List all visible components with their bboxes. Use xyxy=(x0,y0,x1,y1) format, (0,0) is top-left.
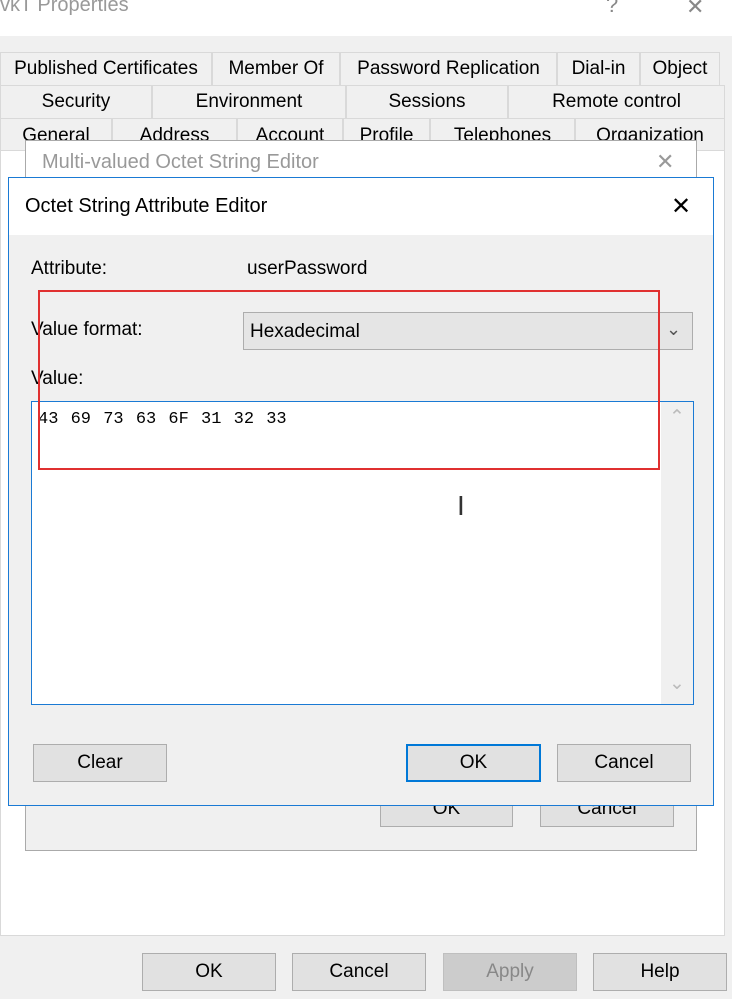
cancel-button[interactable]: Cancel xyxy=(557,744,691,782)
scrollbar[interactable]: ⌃ ⌄ xyxy=(661,402,693,704)
tab-dial-in[interactable]: Dial-in xyxy=(557,52,640,86)
chevron-down-icon: ⌄ xyxy=(666,319,682,339)
multi-editor-title-bar: Multi-valued Octet String Editor ✕ xyxy=(26,141,696,181)
octet-editor-title-bar: Octet String Attribute Editor ✕ xyxy=(9,178,713,235)
properties-apply-button[interactable]: Apply xyxy=(443,953,577,991)
attribute-label: Attribute: xyxy=(31,258,108,279)
tab-object[interactable]: Object xyxy=(640,52,720,86)
tab-password-replication[interactable]: Password Replication xyxy=(340,52,557,86)
tab-sessions[interactable]: Sessions xyxy=(346,85,508,119)
properties-title-bar: vkT Properties ? ✕ xyxy=(0,0,732,36)
multi-editor-title: Multi-valued Octet String Editor xyxy=(42,151,319,173)
scroll-down-icon[interactable]: ⌄ xyxy=(669,672,685,695)
properties-help-button[interactable]: Help xyxy=(593,953,727,991)
close-icon[interactable]: ✕ xyxy=(686,0,704,20)
tab-published-certificates[interactable]: Published Certificates xyxy=(0,52,212,86)
attribute-value: userPassword xyxy=(247,258,368,279)
highlight-box xyxy=(38,290,660,470)
close-icon[interactable]: ✕ xyxy=(656,149,674,175)
octet-editor-title: Octet String Attribute Editor xyxy=(25,195,268,217)
properties-ok-button[interactable]: OK xyxy=(142,953,276,991)
octet-string-editor-dialog: Octet String Attribute Editor ✕ Attribut… xyxy=(8,177,714,806)
clear-button[interactable]: Clear xyxy=(33,744,167,782)
window-title: vkT Properties xyxy=(0,0,129,16)
tab-member-of[interactable]: Member Of xyxy=(212,52,340,86)
ok-button[interactable]: OK xyxy=(406,744,541,782)
scroll-up-icon[interactable]: ⌃ xyxy=(669,406,685,429)
close-icon[interactable]: ✕ xyxy=(671,192,691,221)
tab-security[interactable]: Security xyxy=(0,85,152,119)
text-cursor-icon: I xyxy=(457,490,465,521)
properties-cancel-button[interactable]: Cancel xyxy=(292,953,426,991)
help-button[interactable]: ? xyxy=(606,0,618,18)
tab-environment[interactable]: Environment xyxy=(152,85,346,119)
tab-remote-control[interactable]: Remote control xyxy=(508,85,725,119)
